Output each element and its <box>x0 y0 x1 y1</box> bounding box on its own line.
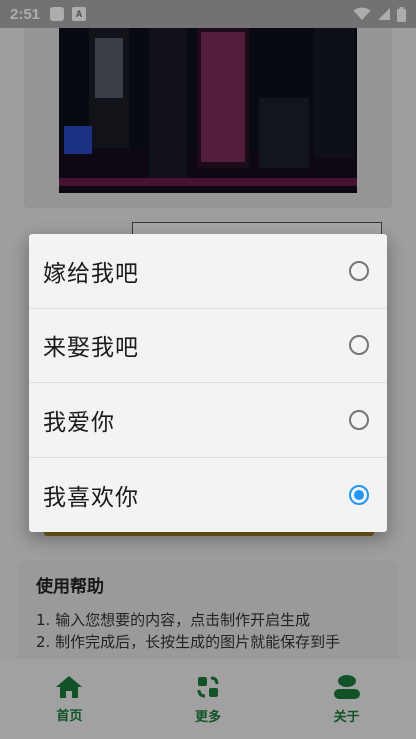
radio-unchecked-icon[interactable] <box>349 260 369 281</box>
radio-unchecked-icon[interactable] <box>349 409 369 430</box>
option-come-marry-me[interactable]: 来娶我吧 <box>29 309 387 383</box>
option-i-like-you[interactable]: 我喜欢你 <box>29 458 387 533</box>
option-label: 我爱你 <box>43 409 115 436</box>
option-label: 嫁给我吧 <box>43 260 139 287</box>
option-label: 我喜欢你 <box>43 484 139 511</box>
radio-checked-icon[interactable] <box>349 484 369 505</box>
option-label: 来娶我吧 <box>43 335 139 362</box>
option-marry-me[interactable]: 嫁给我吧 <box>29 234 387 309</box>
option-i-love-you[interactable]: 我爱你 <box>29 383 387 458</box>
text-choice-dialog: 嫁给我吧 来娶我吧 我爱你 我喜欢你 <box>29 234 387 532</box>
radio-unchecked-icon[interactable] <box>349 335 369 356</box>
